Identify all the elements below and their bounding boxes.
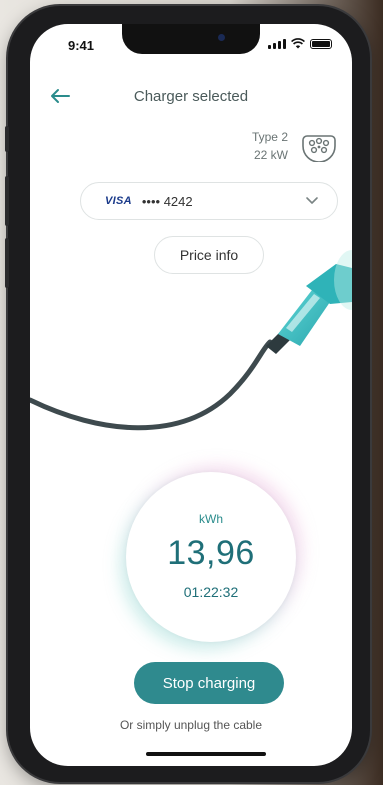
notch bbox=[122, 24, 260, 54]
battery-icon bbox=[310, 39, 332, 49]
card-number: •••• 4242 bbox=[141, 193, 193, 209]
payment-card-select[interactable]: VISA •••• 4242 bbox=[80, 182, 338, 220]
nav-bar: Charger selected bbox=[30, 78, 352, 118]
home-indicator[interactable] bbox=[146, 752, 266, 756]
stop-charging-button[interactable]: Stop charging bbox=[134, 662, 284, 704]
energy-value: 13,96 bbox=[167, 534, 255, 572]
signal-icon bbox=[268, 38, 286, 49]
chevron-down-icon bbox=[306, 197, 318, 204]
charging-cable-illustration bbox=[30, 250, 352, 431]
charger-power: 22 kW bbox=[253, 148, 288, 162]
volume-up-button bbox=[5, 176, 9, 226]
energy-gauge: kWh 13,96 01:22:32 bbox=[126, 472, 296, 642]
charger-info: Type 2 22 kW bbox=[252, 128, 288, 164]
page-title: Charger selected bbox=[133, 88, 249, 105]
charging-duration: 01:22:32 bbox=[183, 584, 239, 600]
status-icons bbox=[268, 38, 332, 49]
app-screen: 9:41 Charger selected Type 2 22 kW VISA … bbox=[30, 24, 352, 766]
phone-frame: 9:41 Charger selected Type 2 22 kW VISA … bbox=[5, 6, 370, 782]
volume-down-button bbox=[5, 238, 9, 288]
unplug-hint: Or simply unplug the cable bbox=[119, 718, 263, 732]
type2-connector-icon bbox=[302, 135, 336, 162]
wifi-icon bbox=[291, 38, 305, 49]
energy-unit: kWh bbox=[199, 512, 223, 526]
background: 9:41 Charger selected Type 2 22 kW VISA … bbox=[0, 0, 383, 785]
mute-switch bbox=[5, 126, 9, 152]
status-time: 9:41 bbox=[68, 38, 95, 53]
charger-type: Type 2 bbox=[251, 130, 288, 144]
visa-logo: VISA bbox=[105, 195, 132, 207]
front-camera bbox=[218, 34, 225, 41]
